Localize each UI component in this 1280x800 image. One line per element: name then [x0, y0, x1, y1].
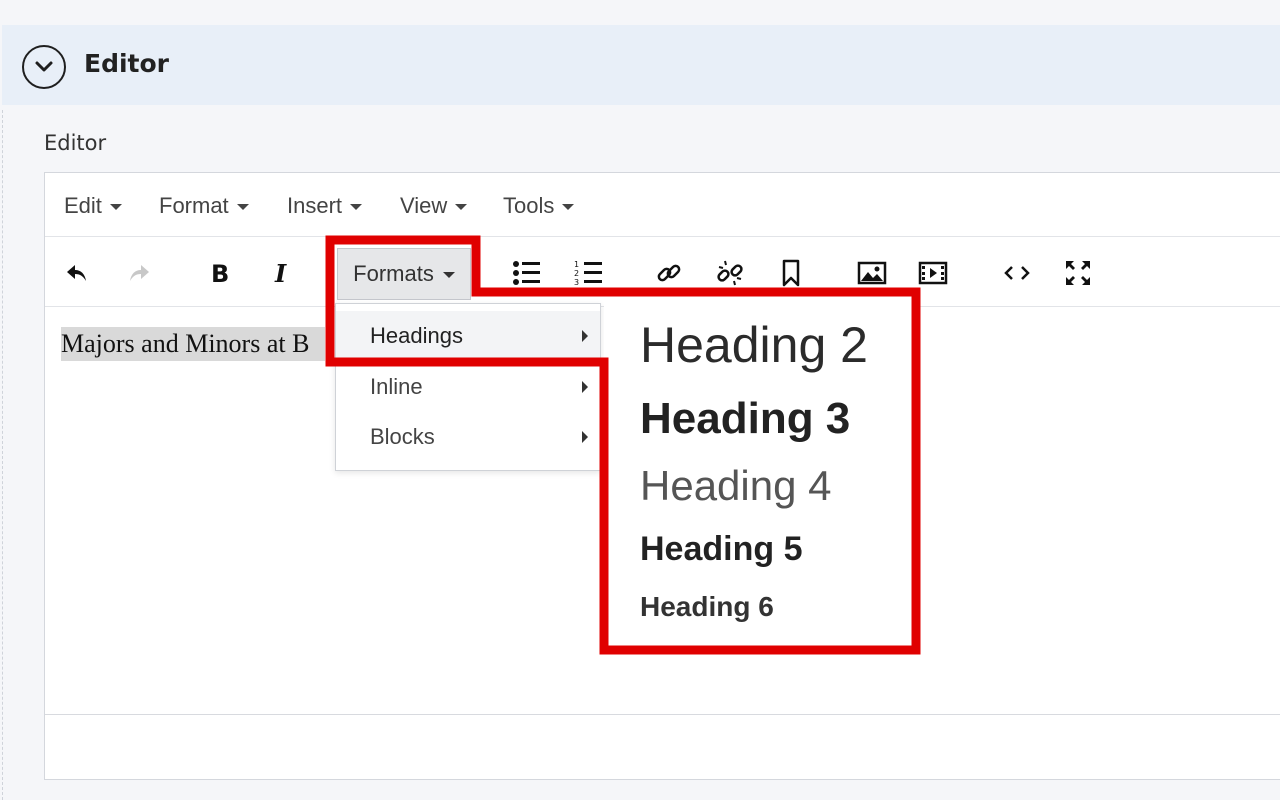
svg-text:3: 3	[574, 278, 579, 287]
menu-label: Tools	[503, 193, 555, 218]
bold-button[interactable]: B	[204, 257, 236, 289]
formats-item-label: Blocks	[370, 424, 435, 449]
headings-submenu: Heading 2 Heading 3 Heading 4 Heading 5 …	[604, 292, 920, 654]
editor-statusbar	[45, 714, 1280, 779]
menu-label: Edit	[64, 193, 102, 218]
redo-button[interactable]	[123, 257, 155, 289]
panel-header: Editor	[2, 25, 1280, 105]
menu-label: View	[400, 193, 448, 218]
menu-label: Format	[159, 193, 229, 218]
heading-6-option[interactable]: Heading 6	[640, 591, 774, 623]
menu-edit[interactable]: Edit	[64, 193, 122, 219]
bookmark-icon	[782, 259, 800, 287]
video-button[interactable]	[917, 257, 949, 289]
formats-item-inline[interactable]: Inline	[336, 362, 600, 412]
image-button[interactable]	[856, 257, 888, 289]
formats-item-blocks[interactable]: Blocks	[336, 412, 600, 462]
menu-label: Insert	[287, 193, 343, 218]
caret-down-icon	[562, 204, 575, 210]
link-button[interactable]	[653, 257, 685, 289]
formats-item-label: Inline	[370, 374, 423, 399]
bullet-list-button[interactable]	[511, 257, 543, 289]
chevron-down-icon	[35, 61, 53, 72]
panel-title: Editor	[84, 49, 169, 78]
collapse-button[interactable]	[22, 45, 66, 89]
link-icon	[657, 264, 681, 282]
svg-text:B: B	[211, 260, 229, 286]
numbered-list-button[interactable]: 1 2 3	[573, 257, 605, 289]
page-divider	[2, 110, 3, 800]
caret-down-icon	[350, 204, 363, 210]
svg-text:1: 1	[574, 260, 579, 269]
editor-content-text[interactable]: Majors and Minors at B	[61, 327, 325, 361]
formats-dropdown: Headings Inline Blocks	[335, 303, 601, 471]
menu-insert[interactable]: Insert	[287, 193, 363, 219]
menu-format[interactable]: Format	[159, 193, 249, 219]
fullscreen-button[interactable]	[1062, 257, 1094, 289]
caret-down-icon	[109, 204, 122, 210]
undo-button[interactable]	[61, 257, 93, 289]
video-icon	[918, 261, 948, 285]
field-label: Editor	[44, 131, 107, 155]
caret-right-icon	[582, 431, 588, 443]
code-icon	[1004, 266, 1030, 280]
caret-down-icon	[442, 272, 455, 278]
formats-item-headings[interactable]: Headings	[336, 311, 600, 361]
bold-icon: B	[211, 260, 229, 286]
undo-icon	[67, 265, 86, 281]
heading-2-option[interactable]: Heading 2	[640, 316, 868, 374]
unlink-icon	[717, 260, 743, 286]
editor-menubar: Edit Format Insert View Tools	[45, 173, 1280, 237]
bookmark-button[interactable]	[775, 257, 807, 289]
svg-text:I: I	[274, 260, 287, 286]
unlink-button[interactable]	[714, 257, 746, 289]
caret-right-icon	[582, 330, 588, 342]
bullet-list-icon	[513, 261, 540, 285]
caret-down-icon	[236, 204, 249, 210]
caret-down-icon	[455, 204, 468, 210]
menu-tools[interactable]: Tools	[503, 193, 575, 219]
formats-button[interactable]: Formats	[337, 248, 471, 300]
heading-5-option[interactable]: Heading 5	[640, 530, 802, 569]
numbered-list-icon: 1 2 3	[574, 260, 602, 287]
heading-3-option[interactable]: Heading 3	[640, 394, 850, 444]
caret-right-icon	[582, 381, 588, 393]
formats-label: Formats	[353, 261, 434, 286]
italic-icon: I	[274, 260, 287, 286]
menu-view[interactable]: View	[400, 193, 468, 219]
heading-4-option[interactable]: Heading 4	[640, 462, 831, 510]
image-icon	[857, 261, 887, 285]
redo-icon	[130, 265, 149, 281]
formats-item-label: Headings	[370, 323, 463, 348]
source-code-button[interactable]	[1001, 257, 1033, 289]
italic-button[interactable]: I	[266, 257, 298, 289]
svg-text:2: 2	[574, 269, 579, 278]
fullscreen-icon	[1066, 261, 1090, 285]
